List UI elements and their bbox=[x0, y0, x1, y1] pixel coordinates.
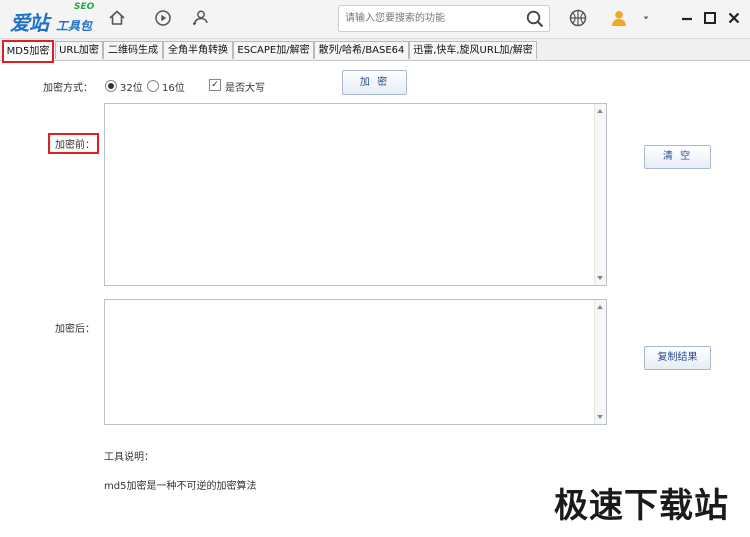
tab-fullwidth[interactable]: 全角半角转换 bbox=[163, 41, 233, 59]
logo-sub-text: 工具包 bbox=[56, 19, 93, 33]
result-scrollbar[interactable] bbox=[594, 300, 606, 424]
help-text: md5加密是一种不可逆的加密算法 bbox=[104, 481, 257, 492]
copy-result-button[interactable]: 复制结果 bbox=[644, 346, 711, 370]
radio-32bit[interactable] bbox=[105, 80, 117, 92]
search-box bbox=[338, 5, 550, 32]
minimize-icon[interactable] bbox=[677, 8, 697, 28]
radio-16bit-label: 16位 bbox=[162, 83, 185, 94]
tab-escape[interactable]: ESCAPE加/解密 bbox=[233, 41, 314, 59]
user-avatar-icon[interactable] bbox=[609, 8, 629, 28]
radio-32bit-label: 32位 bbox=[120, 83, 143, 94]
user-switch-icon[interactable] bbox=[190, 8, 210, 28]
uppercase-checkbox[interactable]: ✓ bbox=[209, 79, 221, 91]
plaintext-textarea[interactable] bbox=[104, 103, 607, 286]
title-bar: 爱站 工具包 SEO bbox=[0, 0, 750, 39]
logo-main-text: 爱站 bbox=[10, 11, 49, 35]
logo-seo-text: SEO bbox=[74, 2, 95, 12]
help-title: 工具说明： bbox=[104, 452, 154, 463]
tab-qrcode[interactable]: 二维码生成 bbox=[103, 41, 163, 59]
search-input[interactable] bbox=[345, 9, 515, 27]
play-icon[interactable] bbox=[153, 8, 173, 28]
home-icon[interactable] bbox=[107, 8, 127, 28]
result-textarea[interactable] bbox=[104, 299, 607, 425]
encrypt-button[interactable]: 加 密 bbox=[342, 70, 407, 95]
after-label: 加密后： bbox=[55, 324, 95, 335]
close-icon[interactable] bbox=[724, 8, 744, 28]
method-label: 加密方式： bbox=[43, 83, 93, 94]
clear-button[interactable]: 清 空 bbox=[644, 145, 711, 169]
watermark: 极速下载站 bbox=[554, 486, 729, 526]
tab-hash-base64[interactable]: 散列/哈希/BASE64 bbox=[314, 41, 409, 59]
search-icon[interactable] bbox=[525, 9, 545, 29]
uppercase-label: 是否大写 bbox=[225, 83, 265, 94]
tab-url-encrypt[interactable]: URL加密 bbox=[55, 41, 103, 59]
tab-thunder-url[interactable]: 迅雷,快车,旋风URL加/解密 bbox=[409, 41, 537, 59]
plaintext-scrollbar[interactable] bbox=[594, 104, 606, 285]
basketball-icon[interactable] bbox=[568, 8, 588, 28]
maximize-icon[interactable] bbox=[700, 8, 720, 28]
before-label: 加密前： bbox=[55, 140, 95, 151]
tab-bar: MD5加密 URL加密 二维码生成 全角半角转换 ESCAPE加/解密 散列/哈… bbox=[0, 39, 750, 63]
dropdown-arrow-icon[interactable] bbox=[636, 8, 656, 28]
tab-md5[interactable]: MD5加密 bbox=[2, 40, 54, 63]
radio-16bit[interactable] bbox=[147, 80, 159, 92]
